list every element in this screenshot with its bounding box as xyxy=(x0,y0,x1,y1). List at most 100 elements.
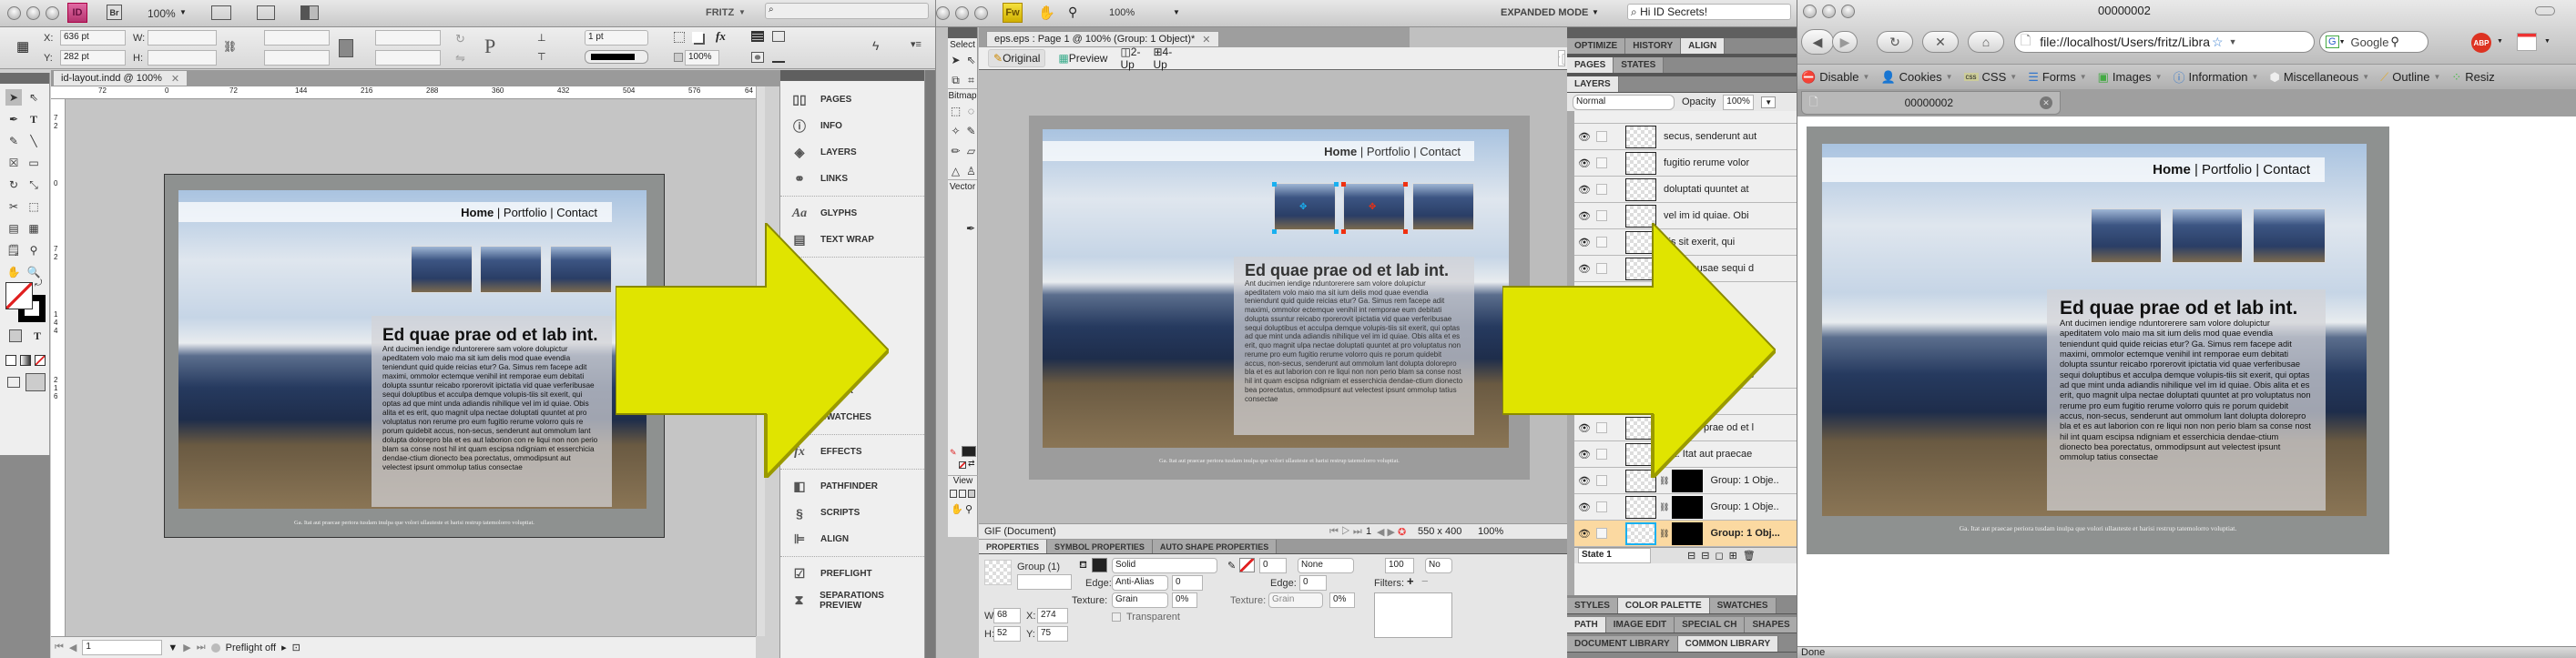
rotate-tool-icon[interactable]: ↻ xyxy=(5,177,22,193)
search-icon[interactable]: ⚲ xyxy=(2390,35,2399,49)
thumbnail-1[interactable] xyxy=(2091,208,2162,263)
zoom-button[interactable] xyxy=(1841,5,1855,18)
webdev-cookies-menu[interactable]: Cookies xyxy=(1899,70,1942,84)
stroke-weight-field[interactable]: 1 pt xyxy=(585,30,648,46)
opacity-field[interactable]: 100% xyxy=(1723,94,1755,110)
height-field[interactable] xyxy=(148,50,217,66)
full-screen-icon[interactable] xyxy=(968,490,975,498)
minimize-button[interactable] xyxy=(1822,5,1836,18)
move-handle-icon[interactable]: ✥ xyxy=(1369,202,1376,212)
rotate-icon[interactable]: ↻ xyxy=(455,32,465,46)
help-search-input[interactable]: ⌕ xyxy=(765,3,929,19)
tab-color-palette[interactable]: COLOR PALETTE xyxy=(1617,598,1710,613)
webdev-forms-menu[interactable]: Forms xyxy=(2042,70,2076,84)
browser-tab[interactable]: 🗋 00000002 ✕ xyxy=(1801,91,2061,115)
selection-tool-icon[interactable]: ➤ xyxy=(5,89,22,106)
formatting-container-icon[interactable] xyxy=(9,329,22,342)
swap-colors-icon[interactable]: ⇄ xyxy=(968,459,975,469)
workspace-mode-switcher[interactable]: EXPANDED MODE xyxy=(1501,7,1588,18)
arrange-documents-icon[interactable] xyxy=(300,5,319,20)
nav-links[interactable]: | Portfolio | Contact xyxy=(494,206,597,219)
apply-none-icon[interactable] xyxy=(35,355,46,366)
page-select[interactable]: 🗋 Page 1▼ xyxy=(1558,50,1566,66)
nav-links[interactable]: | Portfolio | Contact xyxy=(2191,162,2310,177)
fill-icon[interactable] xyxy=(674,32,685,43)
webdev-resize-menu[interactable]: Resiz xyxy=(2465,70,2495,84)
pencil-tool-icon[interactable]: ✎ xyxy=(5,133,22,149)
y-position-field[interactable]: 282 pt xyxy=(60,50,126,66)
panel-layers[interactable]: ◈ LAYERS xyxy=(780,139,924,166)
width-field[interactable]: 68 xyxy=(993,608,1021,623)
selection-handle[interactable] xyxy=(1272,182,1277,187)
gradient-tool-icon[interactable]: ▤ xyxy=(5,220,22,237)
selection-handle[interactable] xyxy=(1341,229,1346,234)
lock-toggle[interactable] xyxy=(1596,157,1607,168)
tab-styles[interactable]: STYLES xyxy=(1567,598,1618,613)
normal-view-icon[interactable] xyxy=(7,377,20,388)
effects-fx-icon[interactable]: fx xyxy=(716,29,726,44)
close-tab-icon[interactable]: ✕ xyxy=(2040,96,2052,109)
hand-tool-icon[interactable]: ✋ xyxy=(951,503,963,515)
help-search-input[interactable]: ⌕ Hi ID Secrets! xyxy=(1627,4,1791,20)
stop-button[interactable]: ✕ xyxy=(1922,31,1959,53)
view-tab-2up[interactable]: ◫2-Up xyxy=(1120,46,1140,71)
subselection-tool-icon[interactable]: ⇖ xyxy=(964,52,978,68)
last-page-icon[interactable]: ⏭ xyxy=(197,642,206,653)
fill-color-swatch[interactable] xyxy=(1092,558,1107,572)
document-tab[interactable]: eps.eps : Page 1 @ 100% (Group: 1 Object… xyxy=(986,31,1219,47)
mask-link-icon[interactable]: ⛓ xyxy=(1659,502,1669,512)
zoom-button[interactable] xyxy=(974,6,988,20)
toolbar-toggle[interactable] xyxy=(2535,6,2555,15)
lock-toggle[interactable] xyxy=(1596,184,1607,195)
tab-image-edit[interactable]: IMAGE EDIT xyxy=(1605,617,1675,633)
scale-tool-icon[interactable]: ⤡ xyxy=(25,177,42,193)
stamp-tool-icon[interactable]: ♙ xyxy=(964,163,978,179)
swap-colors-icon[interactable]: ⤾ xyxy=(35,278,42,289)
text-wrap-object-icon[interactable] xyxy=(751,52,764,63)
hand-tool-icon[interactable]: ✋ xyxy=(5,264,22,280)
panel-preflight[interactable]: ☑ PREFLIGHT xyxy=(780,561,924,587)
select-content-icon[interactable]: ⊤ xyxy=(537,51,546,63)
stroke-color-swatch[interactable]: ✎ xyxy=(950,448,957,458)
tab-history[interactable]: HISTORY xyxy=(1625,38,1682,54)
fill-type-select[interactable]: Solid xyxy=(1112,558,1217,573)
scissors-tool-icon[interactable]: ✂ xyxy=(5,198,22,215)
thumbnail-3[interactable] xyxy=(2253,208,2326,263)
filters-list[interactable] xyxy=(1374,592,1452,638)
tab-swatches[interactable]: SWATCHES xyxy=(1709,598,1777,613)
tab-path[interactable]: PATH xyxy=(1567,617,1606,633)
pointer-tool-icon[interactable]: ➤ xyxy=(949,52,962,68)
scale-tool-icon[interactable]: ⧉ xyxy=(949,72,962,88)
panel-menu-icon[interactable]: ▾≡ xyxy=(911,38,921,50)
lock-toggle[interactable] xyxy=(1596,501,1607,512)
scale-y-field[interactable] xyxy=(264,50,330,66)
select-container-icon[interactable]: ⊥ xyxy=(537,32,546,44)
nav-home-link[interactable]: Home xyxy=(2153,162,2191,177)
adblock-dropdown-icon[interactable]: ▼ xyxy=(2497,38,2503,45)
remove-filter-icon[interactable]: − xyxy=(1421,574,1429,588)
pen-tool-icon[interactable]: ✒ xyxy=(5,111,22,127)
extension-icon[interactable] xyxy=(2517,33,2537,51)
rectangle-frame-tool-icon[interactable]: ☒ xyxy=(5,155,22,171)
line-tool-icon[interactable]: ╲ xyxy=(25,133,42,149)
minimize-button[interactable] xyxy=(26,6,40,20)
layer-row[interactable]: 👁 ⛓ Group: 1 Obj... xyxy=(1574,521,1797,547)
quick-apply-icon[interactable]: ϟ xyxy=(872,38,879,53)
selection-handle[interactable] xyxy=(1272,229,1277,234)
tab-special-characters[interactable]: SPECIAL CH xyxy=(1675,617,1746,633)
page-number-field[interactable]: 1 xyxy=(82,640,163,655)
add-mask-icon[interactable]: ◻ xyxy=(1715,550,1723,562)
zoom-button[interactable] xyxy=(46,6,59,20)
document-tab[interactable]: id-layout.indd @ 100% ✕ xyxy=(53,70,188,86)
tab-document-library[interactable]: DOCUMENT LIBRARY xyxy=(1567,636,1678,652)
hand-tool-icon[interactable]: ✋ xyxy=(1038,5,1055,21)
forward-button[interactable]: ▶ xyxy=(1832,31,1858,53)
trash-icon[interactable]: 🗑 xyxy=(1743,550,1756,562)
text-wrap-bbox-icon[interactable] xyxy=(772,31,785,42)
extension-dropdown-icon[interactable]: ▼ xyxy=(2544,38,2551,45)
tab-common-library[interactable]: COMMON LIBRARY xyxy=(1677,636,1779,652)
close-tab-icon[interactable]: ✕ xyxy=(1202,34,1210,46)
view-tab-preview[interactable]: ▦Preview xyxy=(1058,52,1107,65)
gradient-feather-tool-icon[interactable]: ▦ xyxy=(25,220,42,237)
text-wrap-none-icon[interactable] xyxy=(751,31,764,42)
